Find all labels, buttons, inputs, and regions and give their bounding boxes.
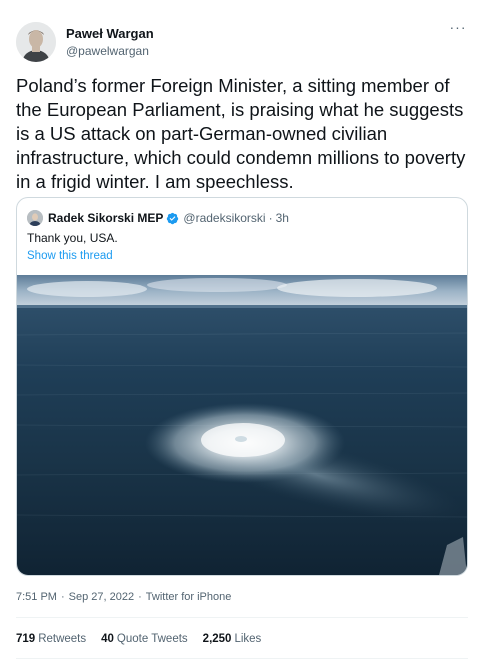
retweets-count: 719 bbox=[16, 633, 36, 645]
quoted-author-avatar bbox=[27, 210, 43, 226]
divider bbox=[16, 658, 468, 659]
quoted-tweet-header: Radek Sikorski MEP @radeksikorski · 3h bbox=[27, 209, 289, 227]
meta-separator-1: · bbox=[60, 591, 65, 603]
author-names: Paweł Wargan @pawelwargan bbox=[66, 25, 154, 60]
quote-tweets-label: Quote Tweets bbox=[116, 633, 188, 645]
tweet-time[interactable]: 7:51 PM bbox=[16, 591, 57, 603]
engagement-stats: 719 Retweets 40 Quote Tweets 2,250 Likes bbox=[16, 633, 276, 645]
retweets-label: Retweets bbox=[38, 633, 87, 645]
author-avatar[interactable] bbox=[16, 22, 56, 62]
likes-label: Likes bbox=[234, 633, 262, 645]
likes-count: 2,250 bbox=[202, 633, 232, 645]
verified-badge-icon bbox=[167, 212, 179, 224]
quote-tweets-stat[interactable]: 40 Quote Tweets bbox=[101, 633, 188, 645]
retweets-stat[interactable]: 719 Retweets bbox=[16, 633, 86, 645]
avatar-icon bbox=[16, 22, 56, 62]
tweet-text: Poland’s former Foreign Minister, a sitt… bbox=[16, 75, 466, 192]
meta-separator-2: · bbox=[138, 591, 142, 603]
more-options-icon[interactable]: ··· bbox=[448, 20, 468, 38]
tweet-header: Paweł Wargan @pawelwargan ··· bbox=[16, 20, 468, 66]
tweet: Paweł Wargan @pawelwargan ··· Poland’s f… bbox=[0, 0, 481, 662]
quoted-timestamp: 3h bbox=[275, 211, 289, 225]
author-handle[interactable]: @pawelwargan bbox=[66, 43, 154, 60]
divider bbox=[16, 617, 468, 618]
quoted-tweet-text: Thank you, USA. bbox=[27, 231, 118, 245]
quoted-author-display-name: Radek Sikorski MEP bbox=[48, 211, 164, 225]
quoted-avatar-icon bbox=[27, 210, 43, 226]
tweet-source[interactable]: Twitter for iPhone bbox=[146, 591, 232, 603]
sea-leak-photo[interactable] bbox=[17, 275, 467, 575]
quoted-tweet[interactable]: Radek Sikorski MEP @radeksikorski · 3h T… bbox=[16, 197, 468, 576]
tweet-meta: 7:51 PM · Sep 27, 2022 · Twitter for iPhone bbox=[16, 591, 231, 603]
quote-tweets-count: 40 bbox=[101, 633, 114, 645]
show-thread-link[interactable]: Show this thread bbox=[27, 248, 113, 264]
author-display-name[interactable]: Paweł Wargan bbox=[66, 25, 154, 42]
quoted-author-handle: @radeksikorski bbox=[183, 211, 266, 225]
likes-stat[interactable]: 2,250 Likes bbox=[203, 633, 262, 645]
quoted-separator: · bbox=[268, 211, 273, 225]
tweet-date[interactable]: Sep 27, 2022 bbox=[69, 591, 134, 603]
